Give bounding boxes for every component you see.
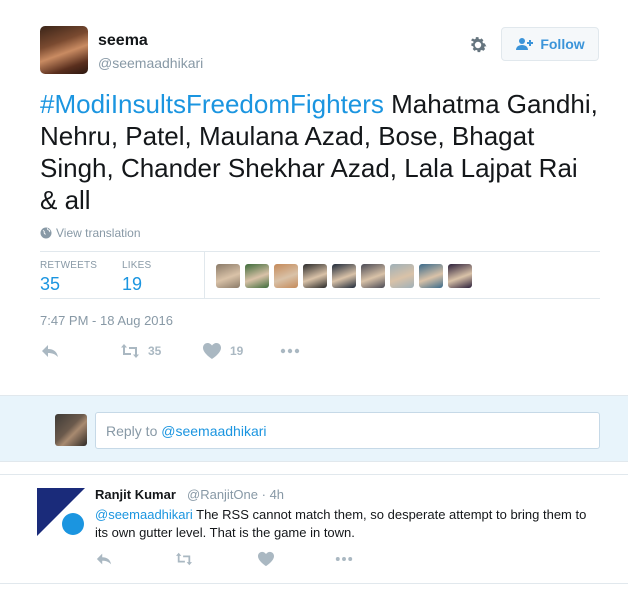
heart-icon [203, 343, 221, 359]
likes-stat[interactable]: LIKES 19 [122, 260, 151, 295]
reply-prefix: Reply to [106, 423, 162, 439]
reply-author-meta: @RanjitOne · 4h [187, 487, 284, 502]
liker-avatar[interactable] [332, 264, 356, 288]
reply-text: @seemaadhikari The RSS cannot match them… [95, 506, 595, 542]
retweet-count: 35 [148, 344, 162, 358]
reply-time[interactable]: 4h [270, 487, 284, 502]
author-avatar[interactable] [40, 26, 88, 74]
retweet-icon [121, 344, 139, 358]
reply-author-name[interactable]: Ranjit Kumar [95, 487, 176, 502]
current-user-avatar [55, 414, 87, 446]
reply-text-mention[interactable]: @seemaadhikari [95, 507, 193, 522]
more-button[interactable] [280, 342, 300, 360]
stats-divider [204, 252, 205, 298]
reply-icon [42, 345, 58, 357]
reply-separator: · [258, 487, 270, 502]
tweet-timestamp[interactable]: 7:47 PM - 18 Aug 2016 [40, 313, 173, 328]
follow-label: Follow [540, 36, 585, 52]
reply-icon [96, 553, 112, 565]
retweets-label: RETWEETS [40, 260, 98, 271]
reply-button[interactable] [40, 342, 60, 360]
hashtag-link[interactable]: #ModiInsultsFreedomFighters [40, 89, 384, 119]
author-handle[interactable]: @seemaadhikari [98, 55, 203, 71]
reply-mention: @seemaadhikari [161, 423, 267, 439]
like-count: 19 [230, 344, 244, 358]
author-name[interactable]: seema [98, 32, 148, 50]
reply-input[interactable]: Reply to @seemaadhikari [95, 412, 600, 449]
liker-avatar[interactable] [390, 264, 414, 288]
retweets-stat[interactable]: RETWEETS 35 [40, 260, 97, 295]
globe-icon [40, 227, 52, 239]
reply-reply-button[interactable] [95, 551, 113, 572]
more-icon [335, 557, 353, 561]
reply-retweet-button[interactable] [175, 551, 193, 572]
view-translation-link[interactable]: View translation [40, 226, 141, 240]
settings-gear-icon[interactable] [467, 34, 491, 56]
like-button[interactable]: 19 [202, 342, 243, 360]
divider [0, 583, 628, 584]
liker-avatar[interactable] [245, 264, 269, 288]
heart-icon [258, 551, 274, 567]
more-icon [280, 348, 300, 354]
tweet-stats: RETWEETS 35 LIKES 19 [40, 251, 600, 299]
tweet-text: #ModiInsultsFreedomFighters Mahatma Gand… [40, 88, 600, 216]
reply-author-handle[interactable]: @RanjitOne [187, 487, 258, 502]
likes-count: 19 [122, 274, 143, 294]
liker-avatar[interactable] [303, 264, 327, 288]
reply-actions [95, 551, 395, 571]
likes-label: LIKES [122, 260, 152, 271]
reply-author-avatar[interactable] [37, 488, 85, 536]
likers-list [216, 264, 472, 288]
reply-tweet[interactable]: Ranjit Kumar @RanjitOne · 4h @seemaadhik… [0, 474, 628, 590]
follow-button[interactable]: Follow [501, 27, 599, 61]
main-tweet: seema @seemaadhikari Follow #ModiInsults… [0, 0, 628, 395]
retweets-count: 35 [40, 274, 61, 294]
liker-avatar[interactable] [419, 264, 443, 288]
tweet-actions: 35 19 [40, 342, 340, 366]
follow-person-icon [516, 38, 534, 50]
liker-avatar[interactable] [361, 264, 385, 288]
reply-composer: Reply to @seemaadhikari [0, 395, 628, 462]
liker-avatar[interactable] [216, 264, 240, 288]
view-translation-label: View translation [56, 226, 141, 240]
reply-more-button[interactable] [335, 551, 353, 572]
retweet-button[interactable]: 35 [120, 342, 161, 360]
liker-avatar[interactable] [274, 264, 298, 288]
reply-like-button[interactable] [257, 551, 275, 572]
retweet-icon [176, 552, 192, 566]
liker-avatar[interactable] [448, 264, 472, 288]
